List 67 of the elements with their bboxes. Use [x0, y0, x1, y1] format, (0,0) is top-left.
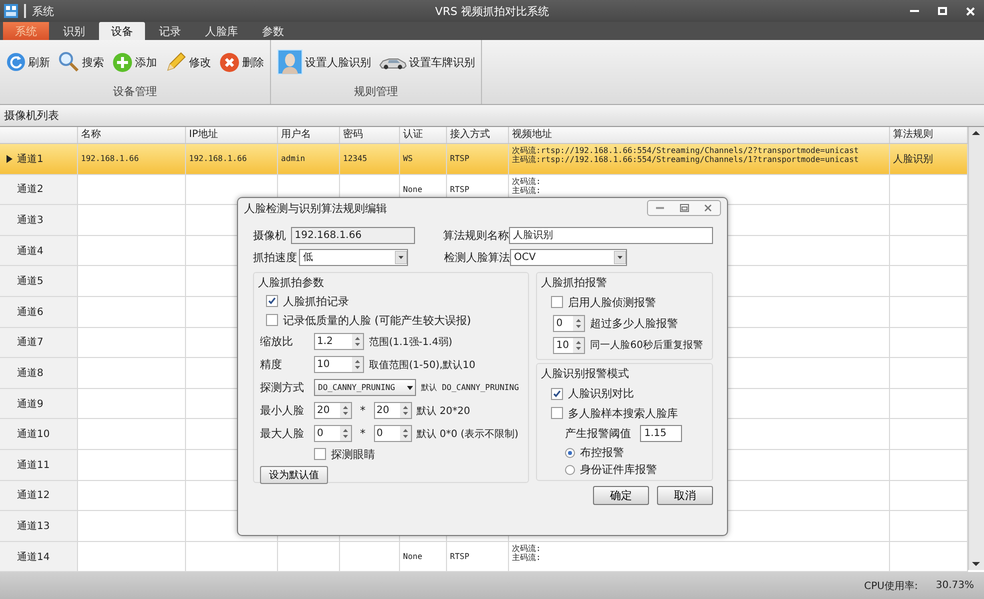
status-label: CPU使用率:	[864, 580, 918, 592]
radio-label: 布控报警	[580, 445, 624, 460]
channel-name: 通道4	[17, 244, 44, 258]
stream-address: 主码流:	[512, 552, 541, 562]
channel-name: 通道10	[17, 428, 50, 442]
checkbox-label: 启用人脸侦测报警	[568, 294, 656, 310]
table-cell-text: 人脸识别	[893, 152, 933, 166]
stream-address: 次码流:	[512, 176, 541, 186]
channel-name: 通道9	[17, 398, 44, 411]
group-label: 设备管理	[113, 84, 157, 99]
checkbox-label: 人脸识别对比	[568, 386, 634, 401]
channel-name: 通道5	[17, 274, 44, 288]
field-label: 超过多少人脸报警	[590, 316, 678, 330]
stream-address: 主码流:	[512, 186, 541, 195]
group-title: 人脸抓拍报警	[541, 275, 608, 290]
stream-address: 主码流:rtsp://192.168.1.66:554/Streaming/Channels/1?transportmode=unicast	[512, 155, 859, 164]
checkbox-label: 探测眼睛	[331, 446, 375, 462]
channel-name: 通道2	[17, 182, 44, 196]
stream-address: 次码流:rtsp://192.168.1.66:554/Streaming/Channels/2?transportmode=unicast	[512, 146, 859, 155]
table-cell: RTSP	[450, 154, 470, 164]
field-label: 最大人脸	[260, 426, 305, 441]
field-label: 摄像机	[253, 228, 287, 242]
group-title: 人脸抓拍参数	[258, 275, 325, 290]
stream-address: 次码流:	[512, 544, 541, 553]
hint-text: 默认 20*20	[416, 404, 470, 418]
window-title: VRS 视频抓拍对比系统	[435, 4, 549, 18]
channel-name: 通道11	[17, 458, 50, 472]
panel-title: 摄像机列表	[4, 108, 59, 123]
table-cell: admin	[281, 154, 306, 164]
field-label: 最小人脸	[260, 403, 305, 418]
field-label: 同一人脸60秒后重复报警	[590, 338, 703, 352]
channel-name: 通道7	[17, 336, 44, 350]
field-label: 缩放比	[260, 334, 294, 349]
table-cell: 192.168.1.66	[189, 154, 247, 164]
channel-name: 通道12	[17, 488, 50, 502]
channel-name: 通道13	[17, 520, 50, 533]
checkbox-label: 人脸抓拍记录	[283, 294, 349, 308]
table-cell: None	[403, 552, 422, 562]
table-cell: None	[403, 184, 422, 194]
group-label: 规则管理	[354, 84, 398, 99]
channel-name: 通道3	[17, 214, 44, 227]
status-value: 30.73%	[936, 580, 974, 591]
channel-name: 通道14	[17, 550, 50, 564]
checkbox-label: 记录低质量的人脸 (可能产生较大误报)	[283, 312, 472, 328]
field-label: 算法规则名称	[443, 228, 510, 242]
field-label: 产生报警阈值	[565, 426, 632, 440]
radio-label: 身份证件库报警	[580, 462, 658, 477]
table-cell: WS	[403, 154, 413, 164]
table-cell: 12345	[343, 154, 368, 164]
hint-text: 取值范围(1-50),默认10	[369, 358, 476, 372]
hint-text: 默认 0*0 (表示不限制)	[416, 428, 518, 440]
hint-text: 范围(1.1强-1.4弱)	[369, 336, 452, 348]
channel-name: 通道1	[17, 152, 44, 166]
table-cell: RTSP	[450, 552, 470, 562]
channel-name: 通道8	[17, 366, 44, 380]
field-label: 检测人脸算法	[444, 250, 510, 264]
times-sign: *	[360, 427, 366, 440]
field-label: 探测方式	[260, 380, 305, 395]
hint-text: 默认 DO_CANNY_PRUNING	[421, 382, 519, 393]
channel-name: 通道6	[17, 306, 44, 319]
table-cell: RTSP	[450, 184, 470, 194]
field-label: 抓拍速度	[253, 250, 298, 264]
times-sign: *	[360, 404, 366, 417]
table-cell: 192.168.1.66	[81, 154, 139, 164]
field-label: 精度	[260, 357, 283, 372]
group-title: 人脸识别报警模式	[541, 366, 630, 381]
checkbox-label: 多人脸样本搜索人脸库	[568, 406, 678, 420]
